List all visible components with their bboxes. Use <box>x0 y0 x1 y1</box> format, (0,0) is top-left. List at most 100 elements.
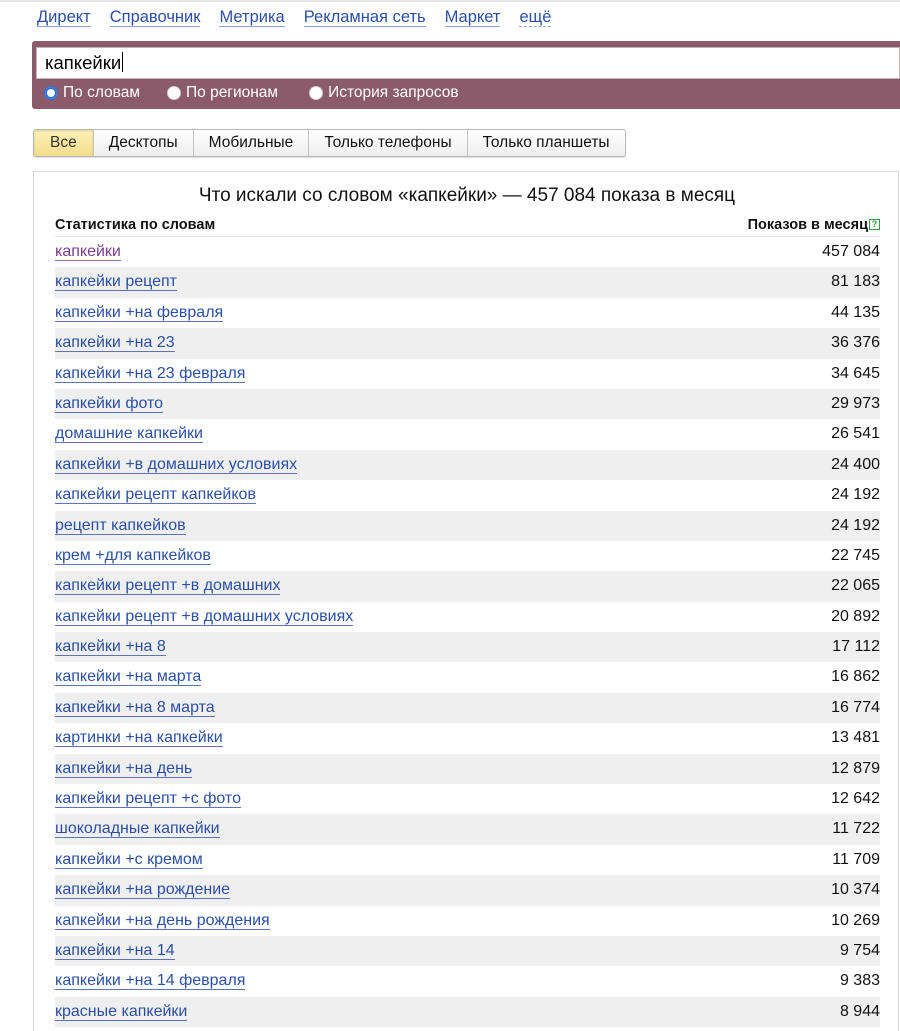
table-row: капкейки рецепт +в домашних условиях 20 8… <box>55 602 880 632</box>
table-row: капкейки +на февраля 44 135 <box>55 298 880 328</box>
mode-by-regions-radio[interactable]: По регионам <box>167 84 278 102</box>
phrase-link[interactable]: капкейки +на марта <box>55 668 202 687</box>
phrase-link[interactable]: капкейки рецепт +с фото <box>55 790 241 809</box>
table-row: капкейки +в домашних условиях 24 400 <box>55 449 880 481</box>
nav-more-link[interactable]: ещё <box>519 8 552 27</box>
table-row: крем +для капкейков 22 745 <box>55 541 880 571</box>
mode-by-words-radio[interactable]: По словам <box>44 84 140 102</box>
phrase-link[interactable]: капкейки +на 23 февраля <box>55 365 246 383</box>
column-header-phrase: Статистика по словам <box>55 217 216 233</box>
tab-all[interactable]: Все <box>34 130 94 156</box>
nav-link-ad-network[interactable]: Рекламная сеть <box>303 8 426 27</box>
nav-link-direct[interactable]: Директ <box>37 8 91 27</box>
mode-history-radio[interactable]: История запросов <box>309 84 459 102</box>
impressions-count: 11 722 <box>832 820 880 838</box>
phrase-link[interactable]: капкейки <box>55 243 121 261</box>
phrase-link[interactable]: капкейки +на 8 <box>55 638 166 657</box>
phrase-link[interactable]: картинки +на капкейки <box>55 729 223 748</box>
table-row: капкейки рецепт +в домашних 22 065 <box>55 571 880 602</box>
services-nav: Директ Справочник Метрика Рекламная сеть… <box>37 8 570 27</box>
mode-label: По словам <box>63 84 140 101</box>
device-tabs: Все Десктопы Мобильные Только телефоны Т… <box>33 129 626 157</box>
phrase-link[interactable]: капкейки +на 14 <box>55 942 175 960</box>
impressions-count: 24 192 <box>831 516 880 534</box>
impressions-count: 22 065 <box>831 577 880 595</box>
phrase-link[interactable]: шоколадные капкейки <box>55 820 220 839</box>
mode-label: По регионам <box>186 84 279 101</box>
impressions-count: 9 754 <box>839 941 880 959</box>
impressions-count: 13 481 <box>831 729 880 747</box>
phrase-link[interactable]: крем +для капкейков <box>55 547 211 565</box>
table-row: капкейки рецепт 81 183 <box>55 267 880 298</box>
phrase-link[interactable]: капкейки +с кремом <box>55 851 203 869</box>
results-table: капкейки 457 084 капкейки рецепт 81 183 капк… <box>55 237 880 1028</box>
mode-label: История запросов <box>328 84 459 101</box>
phrase-link[interactable]: красные капкейки <box>55 1003 188 1021</box>
phrase-link[interactable]: капкейки рецепт капкейков <box>55 486 256 505</box>
table-row: капкейки фото 29 973 <box>55 388 880 420</box>
search-input[interactable]: капкейки <box>36 47 900 79</box>
nav-link-reference[interactable]: Справочник <box>109 8 201 27</box>
phrase-link[interactable]: капкейки +на 8 марта <box>55 699 215 717</box>
impressions-count: 36 376 <box>831 334 880 352</box>
impressions-count: 8 944 <box>839 1002 880 1020</box>
impressions-count: 17 112 <box>832 638 880 656</box>
phrase-link[interactable]: капкейки +на день рождения <box>55 912 270 930</box>
impressions-count: 34 645 <box>831 364 880 382</box>
impressions-count: 9 383 <box>839 972 880 990</box>
table-row: шоколадные капкейки 11 722 <box>55 814 880 845</box>
nav-link-metrika[interactable]: Метрика <box>219 8 285 27</box>
phrase-link[interactable]: капкейки +на день <box>55 760 193 778</box>
phrase-link[interactable]: капкейки +в домашних условиях <box>55 456 298 474</box>
radio-empty-icon <box>309 86 324 100</box>
impressions-count: 24 192 <box>831 486 880 504</box>
table-row: капкейки +на день рождения 10 269 <box>55 906 880 936</box>
tab-phones-only[interactable]: Только телефоны <box>309 130 468 156</box>
phrase-link[interactable]: рецепт капкейков <box>55 517 186 535</box>
radio-empty-icon <box>167 86 181 100</box>
table-row: капкейки рецепт +с фото 12 642 <box>55 784 880 814</box>
top-bar: Директ Справочник Метрика Рекламная сеть… <box>0 0 900 40</box>
impressions-count: 26 541 <box>831 425 880 443</box>
nav-link-market[interactable]: Маркет <box>444 8 501 27</box>
table-row: капкейки +на 14 9 754 <box>55 935 880 967</box>
impressions-count: 12 642 <box>831 790 880 808</box>
phrase-link[interactable]: капкейки рецепт +в домашних условиях <box>55 608 354 626</box>
impressions-count: 11 709 <box>832 850 880 868</box>
search-panel: капкейки По словам По регионам История з… <box>32 41 900 109</box>
results-panel: Что искали со словом «капкейки» — 457 08… <box>33 171 899 1031</box>
tab-mobile[interactable]: Мобильные <box>194 130 310 156</box>
table-row: капкейки +на 8 17 112 <box>55 632 880 663</box>
text-caret <box>122 52 124 72</box>
impressions-count: 16 774 <box>831 698 880 716</box>
help-icon[interactable]: ? <box>869 219 880 230</box>
phrase-link[interactable]: капкейки +на 23 <box>55 334 175 353</box>
phrase-link[interactable]: капкейки фото <box>55 395 164 413</box>
impressions-count: 22 745 <box>831 546 880 564</box>
results-title: Что искали со словом «капкейки» — 457 08… <box>198 185 736 206</box>
impressions-count: 20 892 <box>831 607 880 625</box>
table-row: капкейки +на рождение 10 374 <box>55 875 880 906</box>
table-row: капкейки 457 084 <box>55 237 880 267</box>
table-row: рецепт капкейков 24 192 <box>55 510 880 541</box>
search-mode-group: По словам По регионам История запросов <box>44 84 459 102</box>
table-row: капкейки +на 23 февраля 34 645 <box>55 359 880 389</box>
table-row: капкейки рецепт капкейков 24 192 <box>55 480 880 510</box>
phrase-link[interactable]: капкейки рецепт <box>55 273 177 292</box>
table-row: картинки +на капкейки 13 481 <box>55 723 880 753</box>
column-header-count: Показов в месяц? <box>748 217 880 233</box>
tab-tablets-only[interactable]: Только планшеты <box>468 130 625 156</box>
tab-desktops[interactable]: Десктопы <box>94 130 194 156</box>
phrase-link[interactable]: домашние капкейки <box>55 425 203 444</box>
phrase-link[interactable]: капкейки +на февраля <box>55 304 224 322</box>
table-row: капкейки +на марта 16 862 <box>55 662 880 692</box>
impressions-count: 29 973 <box>831 394 880 412</box>
column-header-count-label: Показов в месяц <box>747 217 868 233</box>
table-row: домашние капкейки 26 541 <box>55 419 880 449</box>
impressions-count: 12 879 <box>831 759 880 777</box>
phrase-link[interactable]: капкейки +на рождение <box>55 881 231 900</box>
phrase-link[interactable]: капкейки +на 14 февраля <box>55 972 246 991</box>
table-row: капкейки +с кремом 11 709 <box>55 845 880 875</box>
impressions-count: 16 862 <box>831 668 880 686</box>
phrase-link[interactable]: капкейки рецепт +в домашних <box>55 577 281 596</box>
